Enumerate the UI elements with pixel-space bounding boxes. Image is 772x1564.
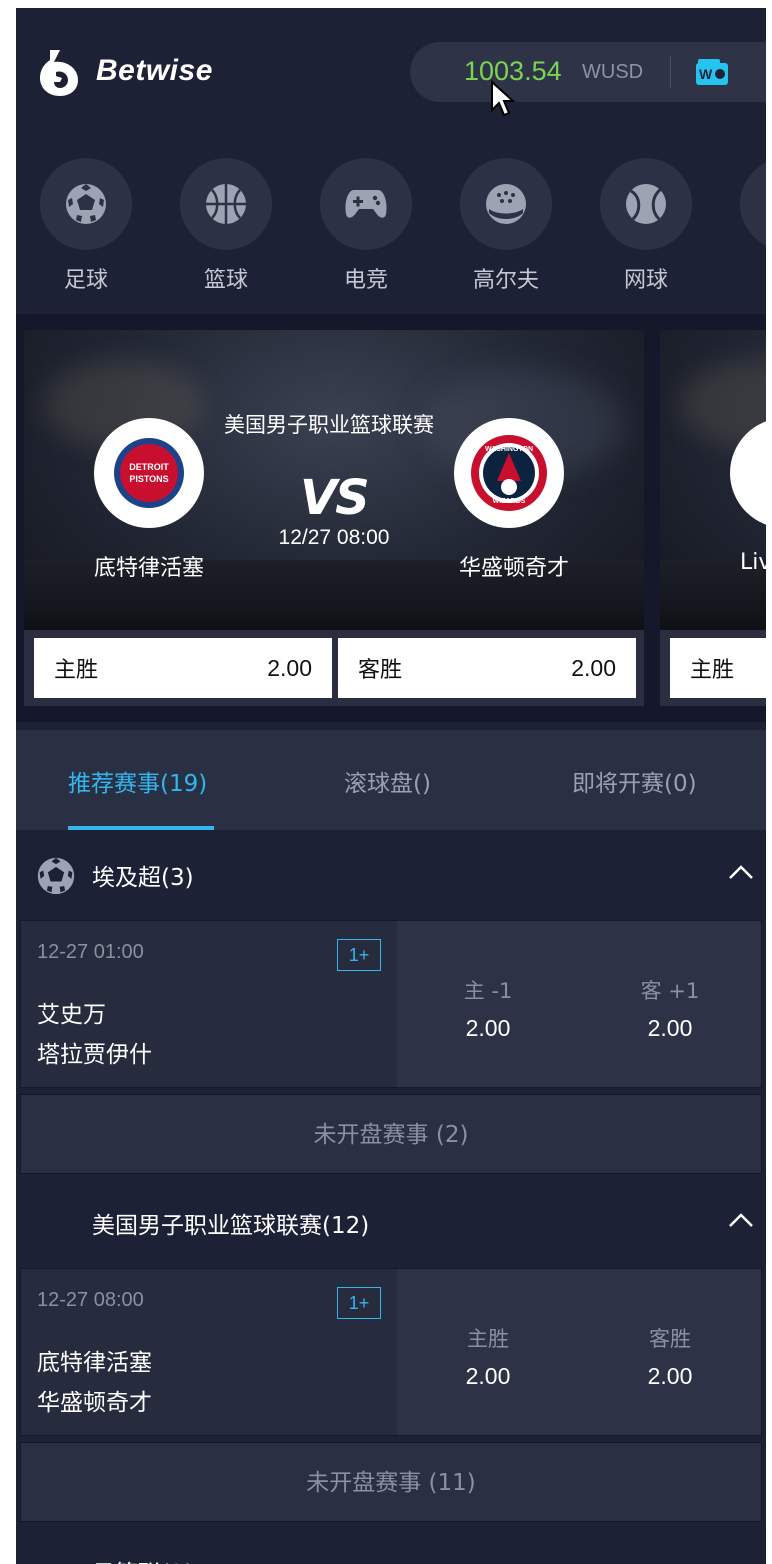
- sport-item-golf[interactable]: 高尔夫: [460, 158, 552, 294]
- tab-recommended[interactable]: 推荐赛事(19): [68, 764, 207, 798]
- home-win-odd-button[interactable]: 主胜 2.00: [34, 638, 332, 698]
- odds-cell-home[interactable]: 主 -1 2.00: [397, 921, 579, 1087]
- odds-value: 2.00: [465, 1015, 511, 1041]
- match-row[interactable]: 12-27 01:00 1+ 艾史万 塔拉贾伊什 主 -1 2.00 客 +1 …: [20, 920, 762, 1088]
- mouse-cursor-icon: [491, 80, 516, 117]
- odds-cell-away[interactable]: 客 +1 2.00: [579, 921, 761, 1087]
- away-team: 华盛顿奇才: [37, 1390, 152, 1416]
- sport-label: 篮球: [203, 268, 248, 293]
- odds-label: 客胜: [649, 1327, 691, 1351]
- sport-item-esports[interactable]: 电竞: [320, 158, 412, 294]
- unopened-matches-button[interactable]: 未开盘赛事 (11): [20, 1442, 762, 1522]
- sport-label: 足球: [63, 268, 108, 293]
- betwise-logo-icon[interactable]: [36, 48, 82, 98]
- wallet-icon[interactable]: W: [696, 59, 728, 85]
- odds-label: 客 +1: [640, 979, 700, 1003]
- away-team: 塔拉贾伊什: [37, 1042, 152, 1068]
- featured-match-card[interactable]: DETROIT PISTONS 底特律活塞 美国男子职业篮球联赛 VS 12/2…: [24, 330, 644, 706]
- home-team: 底特律活塞: [37, 1350, 152, 1376]
- brand-name[interactable]: Betwise: [96, 54, 213, 88]
- home-team: 艾史万: [37, 1002, 106, 1028]
- sport-partial-icon: [740, 158, 766, 250]
- odds-value: 2.00: [465, 1363, 511, 1389]
- odd-label: 客胜: [358, 658, 403, 683]
- more-markets-badge[interactable]: 1+: [337, 939, 381, 971]
- soccer-ball-icon: [37, 857, 75, 895]
- more-markets-badge[interactable]: 1+: [337, 1287, 381, 1319]
- tab-upcoming[interactable]: 即将开赛(0): [572, 764, 697, 798]
- league-title-partial[interactable]: 日篮联(2): [92, 1554, 194, 1564]
- odds-value: 2.00: [647, 1015, 693, 1041]
- away-team-logo: WASHINGTON WIZARDS: [454, 418, 564, 528]
- odd-value: 2.00: [571, 654, 616, 681]
- odds-cell-away[interactable]: 客胜 2.00: [579, 1269, 761, 1435]
- home-win-odd-button[interactable]: 主胜: [670, 638, 766, 698]
- match-carousel: DETROIT PISTONS 底特律活塞 美国男子职业篮球联赛 VS 12/2…: [16, 314, 766, 722]
- divider: [670, 56, 671, 88]
- chevron-up-icon[interactable]: [728, 1208, 754, 1234]
- next-match-card[interactable]: Liv 主胜: [660, 330, 766, 706]
- match-datetime: 12-27 01:00: [37, 941, 144, 963]
- sport-label: 网球: [623, 268, 668, 293]
- odd-value: 2.00: [267, 654, 312, 681]
- match-row[interactable]: 12-27 08:00 1+ 底特律活塞 华盛顿奇才 主胜 2.00 客胜 2.…: [20, 1268, 762, 1436]
- team-name: Liv: [740, 550, 766, 575]
- league-header-nba[interactable]: 美国男子职业篮球联赛(12): [16, 1178, 766, 1266]
- sport-label: 电竞: [343, 268, 388, 293]
- sports-nav: 足球 篮球 电竞 高尔夫 网球: [16, 132, 766, 314]
- match-time: 12/27 08:00: [278, 526, 390, 549]
- svg-text:DETROIT: DETROIT: [129, 462, 169, 472]
- away-win-odd-button[interactable]: 客胜 2.00: [338, 638, 636, 698]
- home-team-name: 底特律活塞: [93, 556, 204, 581]
- gamepad-icon: [320, 158, 412, 250]
- match-tabs: 推荐赛事(19) 滚球盘() 即将开赛(0): [16, 730, 766, 830]
- sport-item-basketball[interactable]: 篮球: [180, 158, 272, 294]
- odd-label: 主胜: [54, 658, 99, 683]
- balance-pill[interactable]: 1003.54 WUSD W: [410, 42, 766, 102]
- odd-label: 主胜: [690, 658, 735, 683]
- unopened-matches-button[interactable]: 未开盘赛事 (2): [20, 1094, 762, 1174]
- svg-text:PISTONS: PISTONS: [129, 474, 168, 484]
- home-team-logo: DETROIT PISTONS: [94, 418, 204, 528]
- away-team-name: 华盛顿奇才: [458, 556, 569, 581]
- league-title: 埃及超(3): [92, 865, 194, 891]
- app-root: Betwise 1003.54 WUSD W 足球 篮球 电竞 高尔夫 网球 D…: [16, 8, 766, 1564]
- svg-text:W: W: [699, 66, 713, 82]
- chevron-up-icon[interactable]: [728, 860, 754, 886]
- golf-ball-icon: [460, 158, 552, 250]
- odds-cell-home[interactable]: 主胜 2.00: [397, 1269, 579, 1435]
- league-header-egypt[interactable]: 埃及超(3): [16, 830, 766, 918]
- sport-item-soccer[interactable]: 足球: [40, 158, 132, 294]
- vs-label: VS: [300, 470, 370, 526]
- league-name: 美国男子职业篮球联赛: [224, 413, 434, 437]
- odds-label: 主 -1: [463, 979, 513, 1003]
- league-title: 美国男子职业篮球联赛(12): [92, 1213, 370, 1239]
- match-datetime: 12-27 08:00: [37, 1289, 144, 1311]
- basketball-icon: [180, 158, 272, 250]
- sport-label: 高尔夫: [472, 268, 539, 293]
- odds-value: 2.00: [647, 1363, 693, 1389]
- balance-currency: WUSD: [582, 61, 644, 83]
- tennis-ball-icon: [600, 158, 692, 250]
- soccer-ball-icon: [40, 158, 132, 250]
- svg-text:WIZARDS: WIZARDS: [493, 498, 526, 505]
- svg-text:WASHINGTON: WASHINGTON: [485, 446, 533, 453]
- tab-live[interactable]: 滚球盘(): [344, 764, 431, 798]
- sport-item-more[interactable]: [740, 158, 766, 250]
- header: Betwise 1003.54 WUSD W: [16, 8, 766, 132]
- odds-label: 主胜: [467, 1327, 509, 1351]
- sport-item-tennis[interactable]: 网球: [600, 158, 692, 294]
